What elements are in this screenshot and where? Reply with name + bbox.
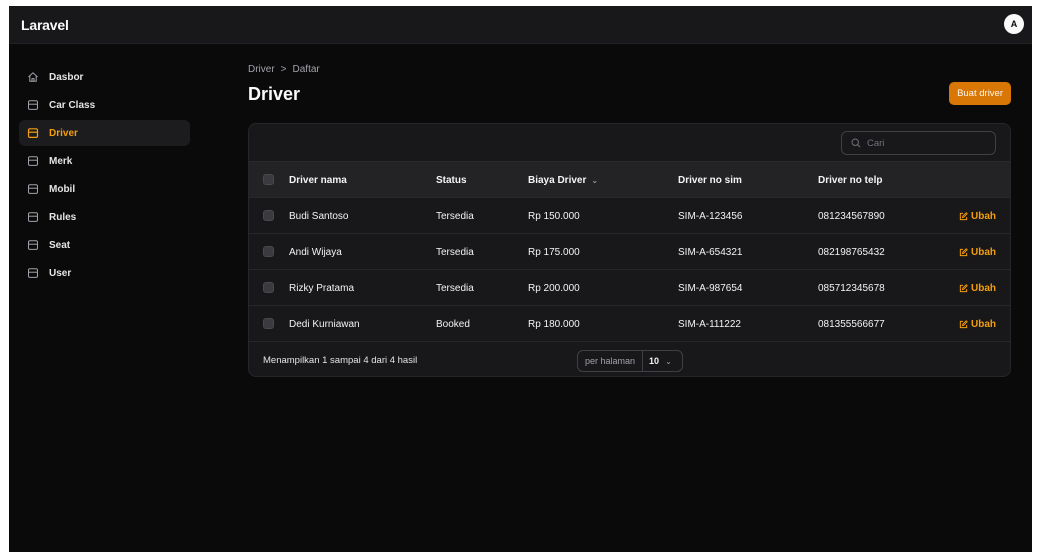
box-icon — [27, 267, 39, 279]
cell-status: Tersedia — [436, 246, 474, 258]
search-input[interactable]: Cari — [841, 131, 996, 155]
search-placeholder: Cari — [867, 137, 885, 149]
cell-driver-nama: Andi Wijaya — [289, 246, 342, 258]
row-checkbox[interactable] — [263, 282, 274, 293]
sidebar-item-dasbor[interactable]: Dasbor — [19, 64, 190, 90]
row-checkbox[interactable] — [263, 210, 274, 221]
main-content: Driver > Daftar Driver Buat driver Cari … — [248, 64, 1011, 377]
brand-logo[interactable]: Laravel — [21, 17, 69, 33]
breadcrumb-current: Daftar — [292, 64, 320, 75]
table-row: Rizky Pratama Tersedia Rp 200.000 SIM-A-… — [249, 269, 1010, 305]
column-header-driver-nama: Driver nama — [289, 174, 347, 186]
chevron-down-icon: ⌄ — [665, 356, 672, 366]
per-page-select[interactable]: per halaman 10 ⌄ — [577, 350, 683, 372]
box-icon — [27, 127, 39, 139]
box-icon — [27, 183, 39, 195]
column-header-driver-no-telp: Driver no telp — [818, 174, 883, 186]
cell-biaya: Rp 175.000 — [528, 246, 580, 258]
sidebar-item-rules[interactable]: Rules — [19, 204, 190, 230]
sidebar-item-label: Rules — [49, 211, 77, 223]
top-bar: Laravel A — [9, 6, 1032, 44]
sidebar-item-label: Car Class — [49, 99, 96, 111]
sidebar-item-label: Driver — [49, 127, 78, 139]
sidebar-item-label: User — [49, 267, 72, 279]
pagination-summary: Menampilkan 1 sampai 4 dari 4 hasil — [263, 354, 418, 366]
edit-button-label: Ubah — [971, 318, 996, 330]
table-row: Andi Wijaya Tersedia Rp 175.000 SIM-A-65… — [249, 233, 1010, 269]
cell-no-sim: SIM-A-654321 — [678, 246, 743, 258]
driver-table-card: Cari Driver nama Status Biaya Driver ⌄ D… — [248, 123, 1011, 377]
per-page-value[interactable]: 10 ⌄ — [643, 356, 678, 366]
row-checkbox[interactable] — [263, 318, 274, 329]
sidebar-item-driver[interactable]: Driver — [19, 120, 190, 146]
box-icon — [27, 239, 39, 251]
sidebar-item-label: Mobil — [49, 183, 76, 195]
chevron-down-icon: ⌄ — [591, 175, 599, 185]
sidebar-item-mobil[interactable]: Mobil — [19, 176, 190, 202]
sidebar-item-car-class[interactable]: Car Class — [19, 92, 190, 118]
app-window: Laravel A Dasbor Car Class Driver Merk M… — [9, 6, 1032, 552]
cell-no-sim: SIM-A-111222 — [678, 318, 741, 330]
table-row: Budi Santoso Tersedia Rp 150.000 SIM-A-1… — [249, 197, 1010, 233]
sidebar-item-label: Merk — [49, 155, 73, 167]
edit-button-label: Ubah — [971, 282, 996, 294]
per-page-label: per halaman — [578, 351, 644, 371]
select-all-checkbox[interactable] — [263, 174, 274, 185]
sidebar-item-label: Dasbor — [49, 71, 84, 83]
table-row: Dedi Kurniawan Booked Rp 180.000 SIM-A-1… — [249, 305, 1010, 341]
breadcrumb-separator: > — [280, 64, 287, 75]
cell-no-sim: SIM-A-123456 — [678, 210, 743, 222]
edit-button[interactable]: Ubah — [959, 270, 996, 306]
edit-button[interactable]: Ubah — [959, 198, 996, 234]
search-icon — [851, 138, 861, 148]
breadcrumb-link-driver[interactable]: Driver — [248, 64, 275, 75]
user-avatar[interactable]: A — [1004, 14, 1024, 34]
cell-biaya: Rp 150.000 — [528, 210, 580, 222]
cell-biaya: Rp 180.000 — [528, 318, 580, 330]
edit-button[interactable]: Ubah — [959, 306, 996, 342]
box-icon — [27, 155, 39, 167]
cell-no-telp: 085712345678 — [818, 282, 885, 294]
per-page-selected: 10 — [649, 356, 660, 366]
cell-biaya: Rp 200.000 — [528, 282, 580, 294]
cell-no-sim: SIM-A-987654 — [678, 282, 743, 294]
sidebar: Dasbor Car Class Driver Merk Mobil Rules… — [19, 64, 190, 288]
table-footer: Menampilkan 1 sampai 4 dari 4 hasil per … — [249, 341, 1010, 376]
box-icon — [27, 211, 39, 223]
cell-driver-nama: Rizky Pratama — [289, 282, 355, 294]
box-icon — [27, 99, 39, 111]
edit-icon — [959, 247, 968, 256]
sidebar-item-seat[interactable]: Seat — [19, 232, 190, 258]
home-icon — [27, 71, 39, 83]
sidebar-item-merk[interactable]: Merk — [19, 148, 190, 174]
column-header-biaya-driver[interactable]: Biaya Driver ⌄ — [528, 162, 598, 198]
cell-driver-nama: Budi Santoso — [289, 210, 349, 222]
table-header: Driver nama Status Biaya Driver ⌄ Driver… — [249, 161, 1010, 197]
edit-icon — [959, 283, 968, 292]
column-header-driver-no-sim: Driver no sim — [678, 174, 742, 186]
edit-button[interactable]: Ubah — [959, 234, 996, 270]
create-driver-button[interactable]: Buat driver — [949, 82, 1011, 105]
cell-status: Tersedia — [436, 210, 474, 222]
cell-status: Booked — [436, 318, 470, 330]
column-header-status: Status — [436, 174, 467, 186]
edit-icon — [959, 319, 968, 328]
row-checkbox[interactable] — [263, 246, 274, 257]
edit-icon — [959, 211, 968, 220]
cell-no-telp: 082198765432 — [818, 246, 885, 258]
cell-status: Tersedia — [436, 282, 474, 294]
page-title: Driver — [248, 84, 301, 104]
breadcrumb: Driver > Daftar — [248, 64, 1011, 75]
sidebar-item-label: Seat — [49, 239, 71, 251]
cell-no-telp: 081234567890 — [818, 210, 885, 222]
edit-button-label: Ubah — [971, 246, 996, 258]
cell-driver-nama: Dedi Kurniawan — [289, 318, 360, 330]
edit-button-label: Ubah — [971, 210, 996, 222]
cell-no-telp: 081355566677 — [818, 318, 885, 330]
column-header-label: Biaya Driver — [528, 174, 587, 186]
sidebar-item-user[interactable]: User — [19, 260, 190, 286]
